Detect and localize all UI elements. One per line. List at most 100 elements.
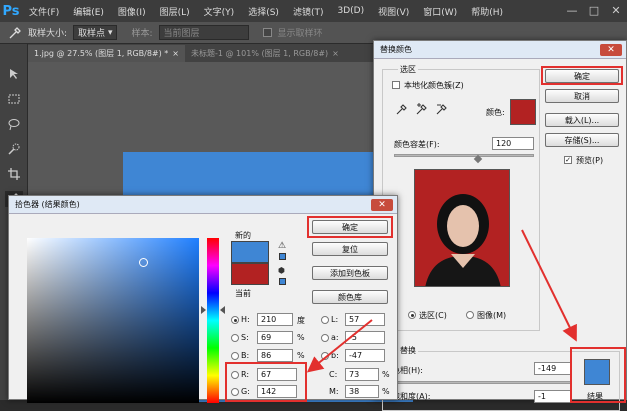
b-input[interactable]: 86 — [257, 349, 293, 362]
show-ring-checkbox[interactable] — [262, 28, 272, 37]
menu-filter[interactable]: 滤镜(T) — [286, 5, 331, 18]
reset-button[interactable]: 复位 — [312, 242, 388, 256]
preview-label: 预览(P) — [576, 156, 604, 165]
menu-image[interactable]: 图像(I) — [111, 5, 153, 18]
selection-group-label: 选区 — [398, 64, 418, 75]
radio-image[interactable] — [466, 311, 474, 319]
c-input[interactable]: 73 — [345, 368, 379, 381]
radio-lab-b[interactable] — [321, 352, 329, 360]
eyedropper-icon[interactable] — [396, 103, 408, 117]
menu-layer[interactable]: 图层(L) — [153, 5, 197, 18]
m-input[interactable]: 38 — [345, 385, 379, 398]
menu-select[interactable]: 选择(S) — [241, 5, 286, 18]
replace-group-label: 替换 — [398, 345, 418, 356]
out-of-gamut-warning-icon[interactable]: ⚠ — [278, 241, 286, 251]
menu-type[interactable]: 文字(Y) — [197, 5, 242, 18]
close-icon[interactable]: ✕ — [600, 44, 622, 56]
radio-g[interactable] — [231, 388, 239, 396]
menu-view[interactable]: 视图(V) — [371, 5, 416, 18]
color-label: 颜色: — [486, 108, 505, 117]
m-label: M: — [329, 387, 339, 396]
eyedropper-minus-icon[interactable] — [436, 103, 448, 117]
tab-label: 未标题-1 @ 101% (图层 1, RGB/8#) — [191, 49, 329, 58]
radio-s[interactable] — [231, 334, 239, 342]
web-swatch-icon[interactable] — [279, 278, 286, 285]
save-button[interactable]: 存储(S)... — [545, 133, 619, 147]
radio-b[interactable] — [231, 352, 239, 360]
fuzziness-input[interactable]: 120 — [492, 137, 534, 150]
tab-document-1[interactable]: 1.jpg @ 27.5% (图层 1, RGB/8#) * × — [28, 45, 185, 62]
c-unit: % — [382, 370, 390, 379]
saturation-input[interactable]: -1 — [534, 390, 572, 403]
lasso-tool-icon[interactable] — [5, 116, 23, 132]
s-unit: % — [297, 333, 305, 342]
hue-slider[interactable] — [392, 381, 572, 384]
color-libraries-button[interactable]: 颜色库 — [312, 290, 388, 304]
maximize-button[interactable]: □ — [583, 0, 605, 20]
move-tool-icon[interactable] — [5, 66, 23, 82]
eyedropper-icon[interactable] — [8, 26, 22, 40]
replace-cancel-button[interactable]: 取消 — [545, 89, 619, 103]
g-label: G: — [241, 387, 250, 396]
selection-preview — [414, 169, 510, 287]
color-field-cursor[interactable] — [139, 258, 148, 267]
dialog-title: 拾色器 (结果颜色) — [15, 200, 80, 209]
g-input[interactable]: 142 — [257, 385, 297, 398]
crop-tool-icon[interactable] — [5, 166, 23, 182]
s-input[interactable]: 69 — [257, 331, 293, 344]
chevron-down-icon: ▾ — [107, 27, 113, 38]
h-unit: 度 — [297, 316, 305, 325]
result-color-swatch[interactable] — [584, 359, 610, 385]
close-icon[interactable]: × — [172, 49, 179, 58]
hue-strip[interactable] — [207, 238, 219, 403]
menu-3d[interactable]: 3D(D) — [330, 6, 371, 16]
lab-b-input[interactable]: -47 — [345, 349, 385, 362]
gamut-swatch-icon[interactable] — [279, 253, 286, 260]
localized-clusters-checkbox[interactable] — [392, 81, 400, 89]
a-input[interactable]: -5 — [345, 331, 385, 344]
current-color-swatch[interactable] — [231, 263, 269, 285]
radio-l[interactable] — [321, 316, 329, 324]
fuzziness-slider[interactable] — [394, 154, 534, 157]
picker-ok-button[interactable]: 确定 — [312, 220, 388, 234]
hue-strip-slider-right[interactable] — [220, 306, 225, 314]
h-input[interactable]: 210 — [257, 313, 293, 326]
dialog-title: 替换颜色 — [380, 45, 412, 54]
radio-a[interactable] — [321, 334, 329, 342]
sample-select[interactable]: 当前图层 — [158, 25, 249, 40]
menu-file[interactable]: 文件(F) — [22, 5, 66, 18]
close-window-button[interactable]: ✕ — [605, 0, 627, 20]
menu-edit[interactable]: 编辑(E) — [66, 5, 111, 18]
r-label: R: — [241, 370, 250, 379]
l-input[interactable]: 57 — [345, 313, 385, 326]
hue-input[interactable]: -149 — [534, 362, 572, 375]
minimize-button[interactable]: — — [561, 0, 583, 20]
current-color-label: 当前 — [235, 289, 251, 298]
eyedropper-plus-icon[interactable] — [416, 103, 428, 117]
sample-size-label: 取样大小: — [28, 29, 68, 39]
fuzziness-label: 颜色容差(F): — [394, 140, 440, 149]
tab-document-2[interactable]: 未标题-1 @ 101% (图层 1, RGB/8#) × — [185, 45, 345, 62]
replace-ok-button[interactable]: 确定 — [545, 69, 619, 83]
dialog-title-bar: 替换颜色 ✕ — [374, 41, 626, 59]
lab-b-label: b: — [331, 351, 339, 360]
r-input[interactable]: 67 — [257, 368, 297, 381]
menu-window[interactable]: 窗口(W) — [416, 5, 464, 18]
hue-strip-slider-left[interactable] — [201, 306, 206, 314]
marquee-tool-icon[interactable] — [5, 91, 23, 107]
sample-label: 样本: — [131, 29, 153, 39]
close-icon[interactable]: ✕ — [371, 199, 393, 211]
preview-checkbox[interactable]: ✓ — [564, 156, 572, 164]
quick-select-tool-icon[interactable] — [5, 141, 23, 157]
radio-r[interactable] — [231, 371, 239, 379]
radio-h[interactable] — [231, 316, 239, 324]
menu-help[interactable]: 帮助(H) — [464, 5, 510, 18]
sample-size-select[interactable]: 取样点 ▾ — [73, 25, 118, 40]
close-icon[interactable]: × — [332, 49, 339, 58]
web-color-cube-icon[interactable]: ⬢ — [278, 266, 285, 275]
sample-color-swatch[interactable] — [510, 99, 536, 125]
radio-selection[interactable] — [408, 311, 416, 319]
add-to-swatches-button[interactable]: 添加到色板 — [312, 266, 388, 280]
color-field[interactable] — [27, 238, 199, 403]
load-button[interactable]: 载入(L)... — [545, 113, 619, 127]
